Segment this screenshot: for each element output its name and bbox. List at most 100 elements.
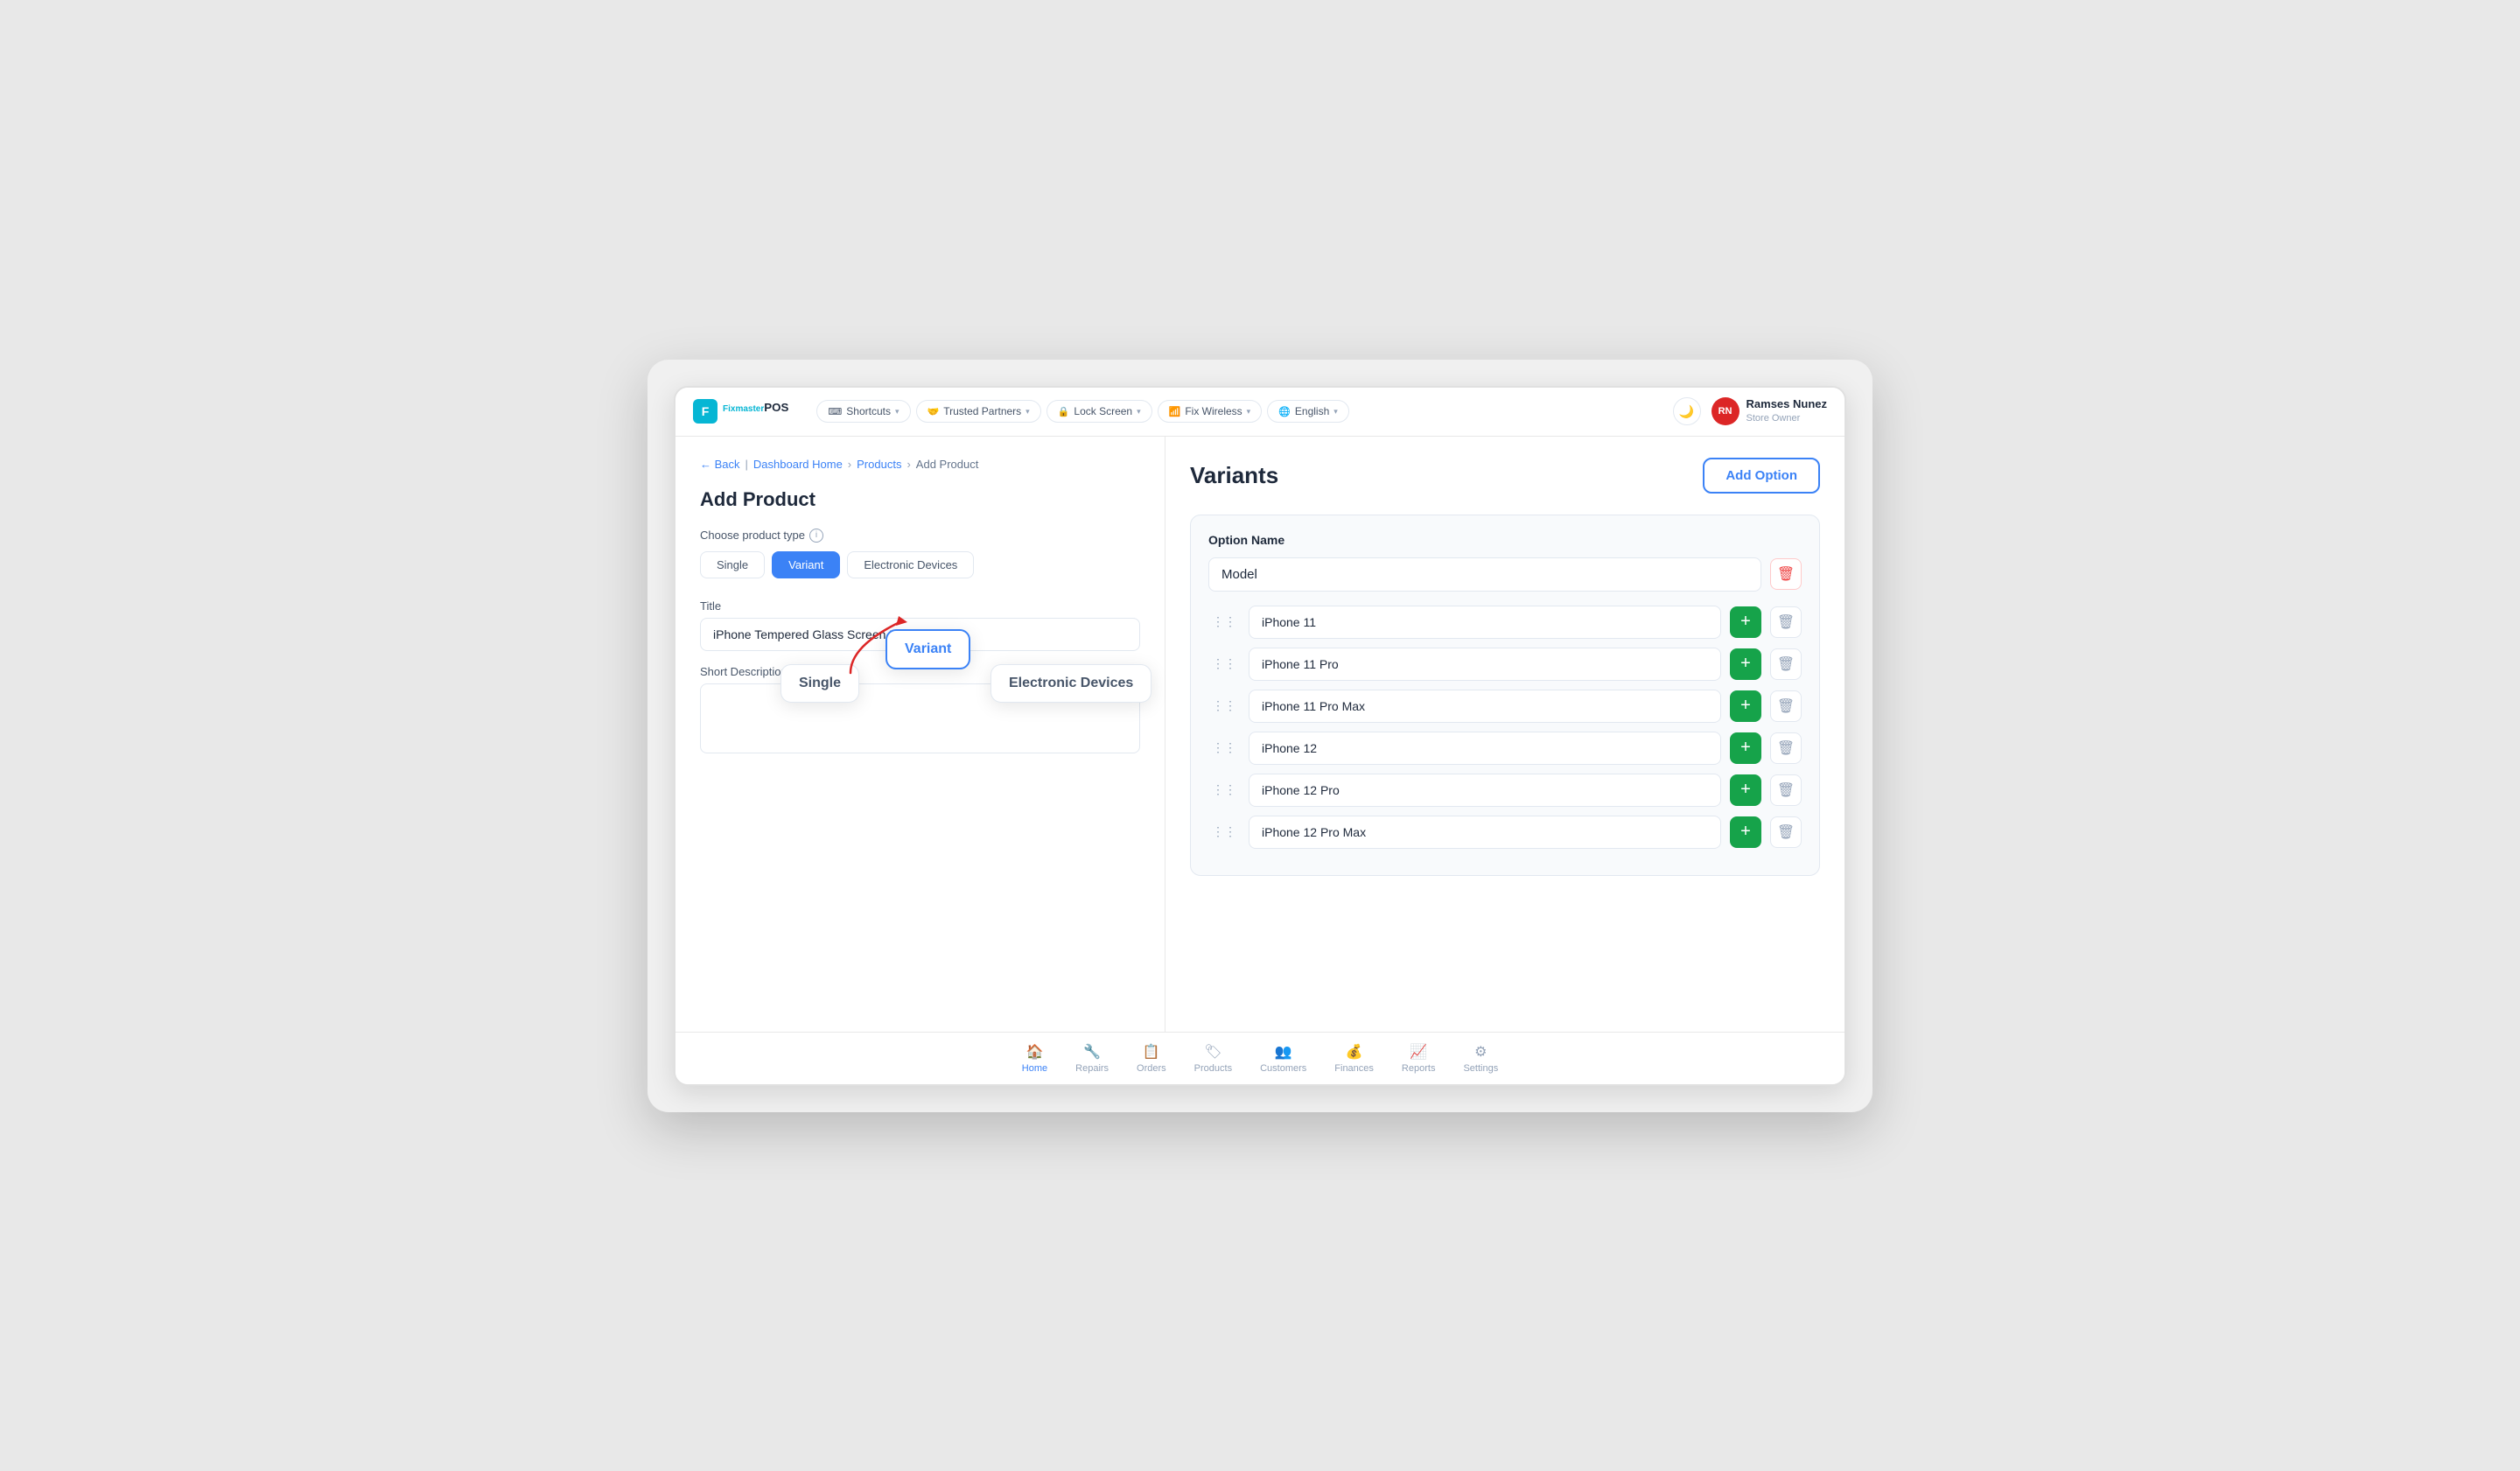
reports-icon: 📈 xyxy=(1410,1043,1427,1061)
wireless-icon: 📶 xyxy=(1169,406,1181,417)
drag-handle[interactable]: ⋮⋮ xyxy=(1208,779,1240,801)
type-btn-single[interactable]: Single xyxy=(700,551,765,578)
add-variant-btn-5[interactable]: + xyxy=(1730,816,1761,848)
logo-superscript: POS xyxy=(764,401,788,414)
nav-item-customers[interactable]: 👥 Customers xyxy=(1260,1043,1306,1074)
option-name-row: 🗑 xyxy=(1208,557,1802,592)
variant-input-1[interactable] xyxy=(1249,648,1721,681)
title-input[interactable] xyxy=(700,618,1140,651)
products-icon: 🏷 xyxy=(1204,1043,1222,1061)
customers-icon: 👥 xyxy=(1275,1043,1292,1061)
finances-icon: 💰 xyxy=(1346,1043,1363,1061)
add-variant-btn-3[interactable]: + xyxy=(1730,732,1761,764)
breadcrumb-sep3: › xyxy=(906,458,910,471)
variants-header: Variants Add Option xyxy=(1190,458,1820,494)
finances-label: Finances xyxy=(1334,1063,1374,1074)
partners-label: Trusted Partners xyxy=(943,405,1021,417)
drag-handle[interactable]: ⋮⋮ xyxy=(1208,611,1240,633)
info-icon: i xyxy=(809,529,823,543)
trash-icon-3: 🗑 xyxy=(1777,739,1795,757)
nav-pill-wireless[interactable]: 📶 Fix Wireless ▾ xyxy=(1158,400,1263,423)
drag-handle[interactable]: ⋮⋮ xyxy=(1208,653,1240,675)
add-variant-btn-0[interactable]: + xyxy=(1730,606,1761,638)
title-label: Title xyxy=(700,599,1140,613)
table-row: ⋮⋮ + 🗑 xyxy=(1208,732,1802,765)
nav-item-products[interactable]: 🏷 Products xyxy=(1194,1043,1232,1074)
delete-variant-btn-3[interactable]: 🗑 xyxy=(1770,732,1802,764)
trash-icon-0: 🗑 xyxy=(1777,613,1795,631)
drag-handle[interactable]: ⋮⋮ xyxy=(1208,737,1240,759)
nav-pill-partners[interactable]: 🤝 Trusted Partners ▾ xyxy=(916,400,1041,423)
short-desc-label: Short Description xyxy=(700,665,1140,678)
wireless-label: Fix Wireless xyxy=(1185,405,1242,417)
shortcuts-chevron: ▾ xyxy=(895,407,900,417)
variant-input-4[interactable] xyxy=(1249,774,1721,807)
delete-option-button[interactable]: 🗑 xyxy=(1770,558,1802,590)
variant-input-0[interactable] xyxy=(1249,606,1721,639)
breadcrumb-products[interactable]: Products xyxy=(857,458,901,471)
shortcuts-icon: ⌨ xyxy=(828,406,842,417)
option-name-input[interactable] xyxy=(1208,557,1761,592)
logo-icon: F xyxy=(693,399,718,424)
nav-item-finances[interactable]: 💰 Finances xyxy=(1334,1043,1374,1074)
nav-item-reports[interactable]: 📈 Reports xyxy=(1402,1043,1436,1074)
repairs-label: Repairs xyxy=(1075,1063,1109,1074)
breadcrumb-current: Add Product xyxy=(916,458,979,471)
drag-handle[interactable]: ⋮⋮ xyxy=(1208,821,1240,843)
home-icon: 🏠 xyxy=(1026,1043,1044,1061)
add-variant-btn-1[interactable]: + xyxy=(1730,648,1761,680)
user-name: Ramses Nunez xyxy=(1746,397,1827,412)
settings-icon: ⚙ xyxy=(1474,1043,1487,1061)
reports-label: Reports xyxy=(1402,1063,1436,1074)
delete-variant-btn-2[interactable]: 🗑 xyxy=(1770,690,1802,722)
breadcrumb-back[interactable]: ← Back xyxy=(700,458,740,471)
add-option-button[interactable]: Add Option xyxy=(1703,458,1820,494)
breadcrumb-sep2: › xyxy=(848,458,851,471)
dark-mode-toggle[interactable]: 🌙 xyxy=(1673,397,1701,425)
nav-pills: ⌨ Shortcuts ▾ 🤝 Trusted Partners ▾ 🔒 Loc… xyxy=(816,400,1662,423)
variant-input-3[interactable] xyxy=(1249,732,1721,765)
table-row: ⋮⋮ + 🗑 xyxy=(1208,648,1802,681)
nav-item-orders[interactable]: 📋 Orders xyxy=(1137,1043,1166,1074)
breadcrumb-sep1: | xyxy=(746,458,748,471)
title-group: Title xyxy=(700,599,1140,651)
user-badge[interactable]: RN Ramses Nunez Store Owner xyxy=(1712,397,1827,425)
nav-item-home[interactable]: 🏠 Home xyxy=(1022,1043,1047,1074)
right-panel: Variants Add Option Option Name 🗑 ⋮⋮ xyxy=(1166,437,1844,1032)
breadcrumb-home[interactable]: Dashboard Home xyxy=(753,458,843,471)
trash-icon-1: 🗑 xyxy=(1777,655,1795,673)
type-buttons: Single Variant Electronic Devices xyxy=(700,551,1140,578)
bottom-nav: 🏠 Home 🔧 Repairs 📋 Orders 🏷 Products 👥 C… xyxy=(676,1032,1844,1084)
variant-input-2[interactable] xyxy=(1249,690,1721,723)
logo-area: F FixmasterPOS xyxy=(693,399,788,424)
home-label: Home xyxy=(1022,1063,1047,1074)
partners-chevron: ▾ xyxy=(1026,407,1030,417)
short-desc-input[interactable] xyxy=(700,683,1140,753)
top-nav: F FixmasterPOS ⌨ Shortcuts ▾ 🤝 Trusted P… xyxy=(676,388,1844,437)
settings-label: Settings xyxy=(1463,1063,1498,1074)
table-row: ⋮⋮ + 🗑 xyxy=(1208,690,1802,723)
option-card: Option Name 🗑 ⋮⋮ + 🗑 xyxy=(1190,515,1820,876)
nav-item-repairs[interactable]: 🔧 Repairs xyxy=(1075,1043,1109,1074)
add-variant-btn-4[interactable]: + xyxy=(1730,774,1761,806)
nav-pill-language[interactable]: 🌐 English ▾ xyxy=(1267,400,1349,423)
delete-variant-btn-0[interactable]: 🗑 xyxy=(1770,606,1802,638)
delete-variant-btn-1[interactable]: 🗑 xyxy=(1770,648,1802,680)
user-role: Store Owner xyxy=(1746,412,1827,424)
drag-handle[interactable]: ⋮⋮ xyxy=(1208,695,1240,717)
nav-pill-lockscreen[interactable]: 🔒 Lock Screen ▾ xyxy=(1046,400,1152,423)
trash-icon-2: 🗑 xyxy=(1777,697,1795,715)
nav-item-settings[interactable]: ⚙ Settings xyxy=(1463,1043,1498,1074)
logo-name: Fixmaster xyxy=(723,404,764,414)
customers-label: Customers xyxy=(1260,1063,1306,1074)
logo-text: FixmasterPOS xyxy=(723,401,788,421)
delete-variant-btn-5[interactable]: 🗑 xyxy=(1770,816,1802,848)
delete-variant-btn-4[interactable]: 🗑 xyxy=(1770,774,1802,806)
type-btn-electronic[interactable]: Electronic Devices xyxy=(847,551,974,578)
nav-pill-shortcuts[interactable]: ⌨ Shortcuts ▾ xyxy=(816,400,910,423)
type-btn-variant[interactable]: Variant xyxy=(772,551,840,578)
variant-input-5[interactable] xyxy=(1249,816,1721,849)
add-variant-btn-2[interactable]: + xyxy=(1730,690,1761,722)
products-label: Products xyxy=(1194,1063,1232,1074)
product-type-text: Choose product type xyxy=(700,529,805,542)
